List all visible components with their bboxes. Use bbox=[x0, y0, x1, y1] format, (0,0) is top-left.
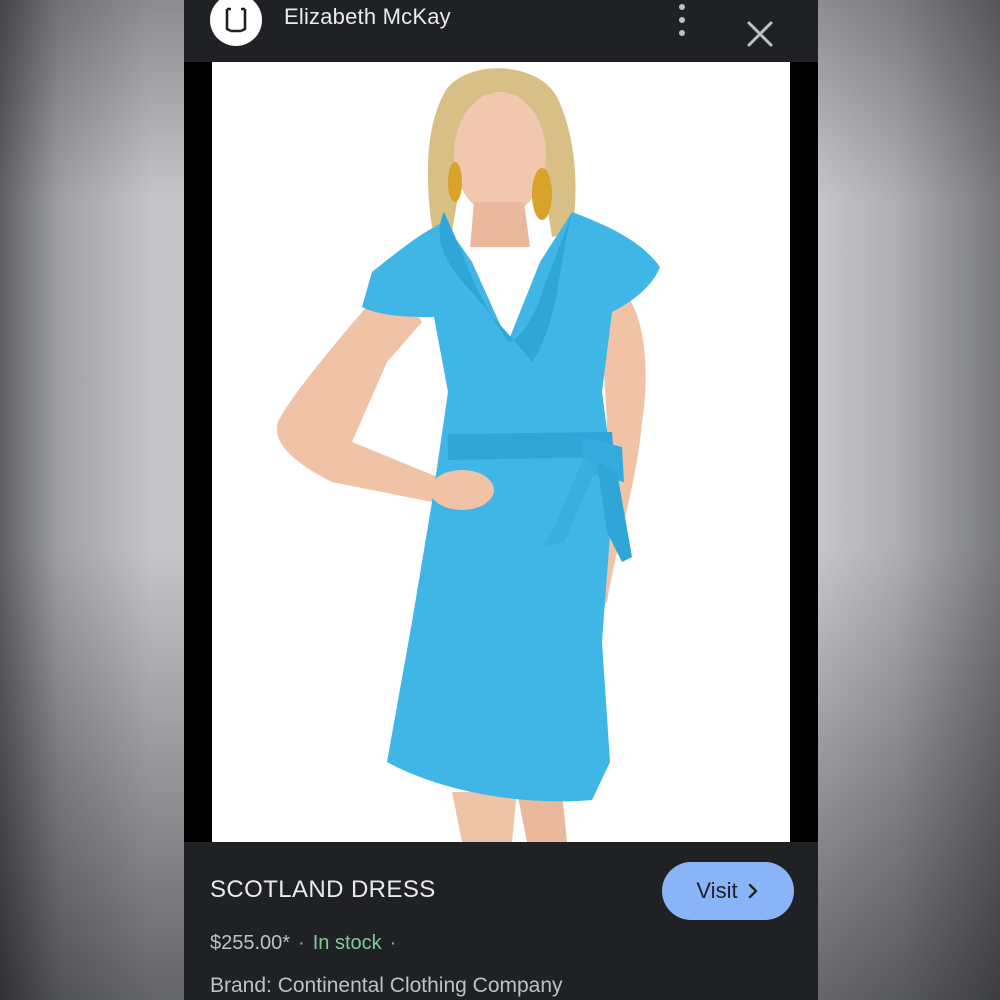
price-stock-row: $255.00* · In stock · bbox=[210, 932, 404, 955]
close-icon[interactable] bbox=[742, 16, 778, 52]
product-photo-illustration bbox=[276, 68, 660, 842]
separator-dot-trailing: · bbox=[389, 932, 397, 954]
visit-button-label: Visit bbox=[696, 878, 738, 903]
visit-button[interactable]: Visit bbox=[662, 862, 794, 920]
more-vert-icon[interactable] bbox=[672, 4, 692, 36]
product-image-frame bbox=[184, 62, 818, 842]
product-info-panel: SCOTLAND DRESS Visit $255.00* · In stock · … bbox=[184, 842, 818, 1000]
stock-status: In stock bbox=[312, 932, 382, 954]
product-brand: Brand: Continental Clothing Company bbox=[210, 974, 563, 997]
product-price: $255.00* bbox=[210, 932, 291, 954]
brand-logo-icon[interactable] bbox=[210, 0, 262, 46]
viewer-header: Elizabeth McKay bbox=[184, 0, 818, 62]
site-name[interactable]: Elizabeth McKay bbox=[284, 4, 451, 30]
brand-logo-glyph bbox=[225, 7, 247, 33]
product-image[interactable] bbox=[212, 62, 790, 842]
image-viewer-panel: Elizabeth McKay SCOTLAND DRESS Visit $25… bbox=[184, 0, 818, 1000]
product-title: SCOTLAND DRESS bbox=[210, 876, 436, 903]
separator-dot: · bbox=[298, 932, 305, 954]
chevron-right-icon bbox=[748, 883, 757, 899]
